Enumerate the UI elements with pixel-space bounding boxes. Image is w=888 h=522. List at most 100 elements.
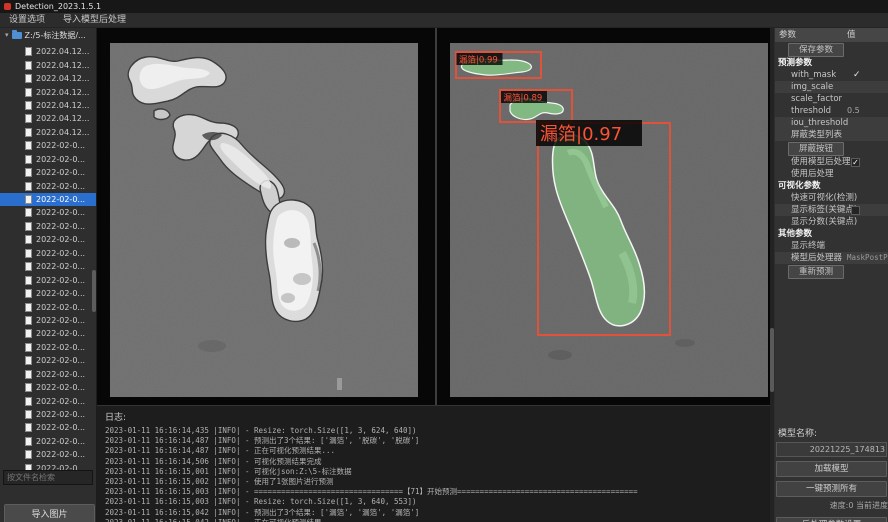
log-line: 2023-01-11 16:16:14,435 |INFO| - Resize:…: [105, 426, 770, 436]
tree-item[interactable]: 2022-02-0...: [0, 179, 96, 192]
param-row[interactable]: iou_threshold: [775, 117, 888, 129]
tree-item[interactable]: 2022-02-0...: [0, 314, 96, 327]
postprocess-settings-button[interactable]: 后处理参数设置: [776, 517, 887, 522]
file-icon: [25, 249, 32, 258]
log-line: 2023-01-11 16:16:14,487 |INFO| - 预测出了3个结…: [105, 436, 770, 446]
log-title: 日志:: [105, 410, 770, 423]
tree-item-label: 2022-02-0...: [36, 249, 85, 258]
tree-item[interactable]: 2022-02-0...: [0, 408, 96, 421]
tree-item[interactable]: 2022-02-0...: [0, 300, 96, 313]
folder-icon: [12, 32, 22, 39]
param-row[interactable]: with_mask ✓: [775, 69, 888, 81]
checkbox-checked[interactable]: ✓: [851, 158, 860, 167]
pane-divider[interactable]: [435, 28, 437, 405]
tree-item[interactable]: 2022.04.12...: [0, 45, 96, 58]
log-area[interactable]: 日志: 2023-01-11 16:16:14,435 |INFO| - Res…: [97, 405, 770, 522]
param-row[interactable]: 使用后处理: [775, 168, 888, 180]
param-row[interactable]: 显示终端: [775, 240, 888, 252]
tree-item[interactable]: 2022-02-0...: [0, 381, 96, 394]
tree-item[interactable]: 2022-02-0...: [0, 354, 96, 367]
file-icon: [25, 74, 32, 83]
param-row[interactable]: scale_factor: [775, 93, 888, 105]
param-row[interactable]: 屏蔽类型列表: [775, 129, 888, 141]
model-name-field[interactable]: 20221225_174813: [776, 442, 887, 457]
file-icon: [25, 61, 32, 70]
tree-item[interactable]: 2022-02-0...: [0, 448, 96, 461]
tree-item[interactable]: 2022-02-0...: [0, 166, 96, 179]
tree-item[interactable]: 2022.04.12...: [0, 58, 96, 71]
tree-item[interactable]: 2022-02-0...: [0, 220, 96, 233]
tree-item-label: 2022-02-0...: [36, 343, 85, 352]
check-icon[interactable]: ✓: [853, 69, 861, 81]
param-label: scale_factor: [791, 93, 842, 105]
tree-item[interactable]: 2022.04.12...: [0, 112, 96, 125]
prediction-image-panel[interactable]: 漏箔|0.99 漏箔|0.89 漏箔|0.97: [450, 43, 768, 397]
param-row[interactable]: 显示分数(关键点): [775, 216, 888, 228]
log-line: 2023-01-11 16:16:15,042 |INFO| - 正在可视化预测…: [105, 518, 770, 522]
import-images-button[interactable]: 导入图片: [4, 504, 95, 522]
tree-item[interactable]: 2022-02-0...: [0, 394, 96, 407]
log-line: 2023-01-11 16:16:15,003 |INFO| - Resize:…: [105, 497, 770, 507]
tree-item[interactable]: 2022-02-0...: [0, 206, 96, 219]
tree-item[interactable]: 2022.04.12...: [0, 85, 96, 98]
tree-item[interactable]: 2022-02-0...: [0, 421, 96, 434]
tree-root[interactable]: ▾ Z:/5-标注数据/...: [0, 28, 96, 42]
tree-item[interactable]: 2022-02-0...: [0, 139, 96, 152]
tree-item[interactable]: 2022-02-0...: [0, 327, 96, 340]
param-label: iou_threshold: [791, 117, 848, 129]
repredict-button[interactable]: 重新预测: [788, 265, 844, 279]
file-icon: [25, 343, 32, 352]
load-model-button[interactable]: 加载模型: [776, 461, 887, 477]
tree-item[interactable]: 2022-02-0...: [0, 273, 96, 286]
param-row[interactable]: 使用模型后处理✓: [775, 156, 888, 168]
tree-item[interactable]: 2022-02-0...: [0, 435, 96, 448]
tree-item[interactable]: 2022-02-0...: [0, 193, 96, 206]
tree-item[interactable]: 2022-02-0...: [0, 233, 96, 246]
log-lines: 2023-01-11 16:16:14,435 |INFO| - Resize:…: [105, 426, 770, 522]
file-tree[interactable]: 2022.04.12...2022.04.12...2022.04.12...2…: [0, 45, 96, 507]
param-row[interactable]: 模型后处理器MaskPostPro: [775, 252, 888, 264]
search-input[interactable]: [3, 470, 93, 485]
menu-import-postprocess[interactable]: 导入模型后处理: [54, 13, 135, 28]
app-window: Detection_2023.1.5.1 设置选项 导入模型后处理 ▾ Z:/5…: [0, 0, 888, 522]
params-scrollbar-thumb[interactable]: [770, 328, 774, 392]
param-label: with_mask: [791, 69, 836, 81]
param-row[interactable]: threshold0.5: [775, 105, 888, 117]
param-row[interactable]: img_scale: [775, 81, 888, 93]
splitter-handle[interactable]: [337, 378, 342, 390]
file-icon: [25, 423, 32, 432]
detection-label: 漏箔|0.97: [540, 124, 622, 145]
tree-item-label: 2022-02-0...: [36, 168, 85, 177]
menu-settings[interactable]: 设置选项: [0, 13, 54, 28]
tree-item[interactable]: 2022-02-0...: [0, 287, 96, 300]
file-icon: [25, 222, 32, 231]
file-icon: [25, 182, 32, 191]
params-button-row: 屏蔽按钮: [775, 141, 888, 156]
params-table-header: 参数 值: [775, 28, 888, 42]
params-button-row: 重新预测: [775, 264, 888, 279]
predict-all-button[interactable]: 一键预测所有: [776, 481, 887, 497]
param-label: 模型后处理器: [791, 252, 842, 264]
tree-item-label: 2022-02-0...: [36, 155, 85, 164]
param-row[interactable]: 显示标签(关键点): [775, 204, 888, 216]
tree-item[interactable]: 2022.04.12...: [0, 99, 96, 112]
mask-types-button[interactable]: 屏蔽按钮: [788, 142, 844, 156]
save-params-button[interactable]: 保存参数: [788, 43, 844, 57]
tree-item[interactable]: 2022-02-0...: [0, 153, 96, 166]
tree-item[interactable]: 2022.04.12...: [0, 126, 96, 139]
tree-item-label: 2022.04.12...: [36, 61, 89, 70]
tree-item[interactable]: 2022-02-0...: [0, 368, 96, 381]
tree-item-label: 2022-02-0...: [36, 235, 85, 244]
tree-item[interactable]: 2022-02-0...: [0, 341, 96, 354]
checkbox-empty[interactable]: [851, 206, 860, 215]
tree-item[interactable]: 2022-02-0...: [0, 247, 96, 260]
tree-item[interactable]: 2022.04.12...: [0, 72, 96, 85]
tree-item[interactable]: 2022-02-0...: [0, 260, 96, 273]
file-icon: [25, 397, 32, 406]
params-scrollbar[interactable]: [770, 28, 774, 522]
tree-item-label: 2022-02-0...: [36, 222, 85, 231]
param-row[interactable]: 快速可视化(检测): [775, 192, 888, 204]
file-icon: [25, 262, 32, 271]
source-image-panel[interactable]: [110, 43, 418, 397]
tree-scrollbar-thumb[interactable]: [92, 270, 96, 312]
